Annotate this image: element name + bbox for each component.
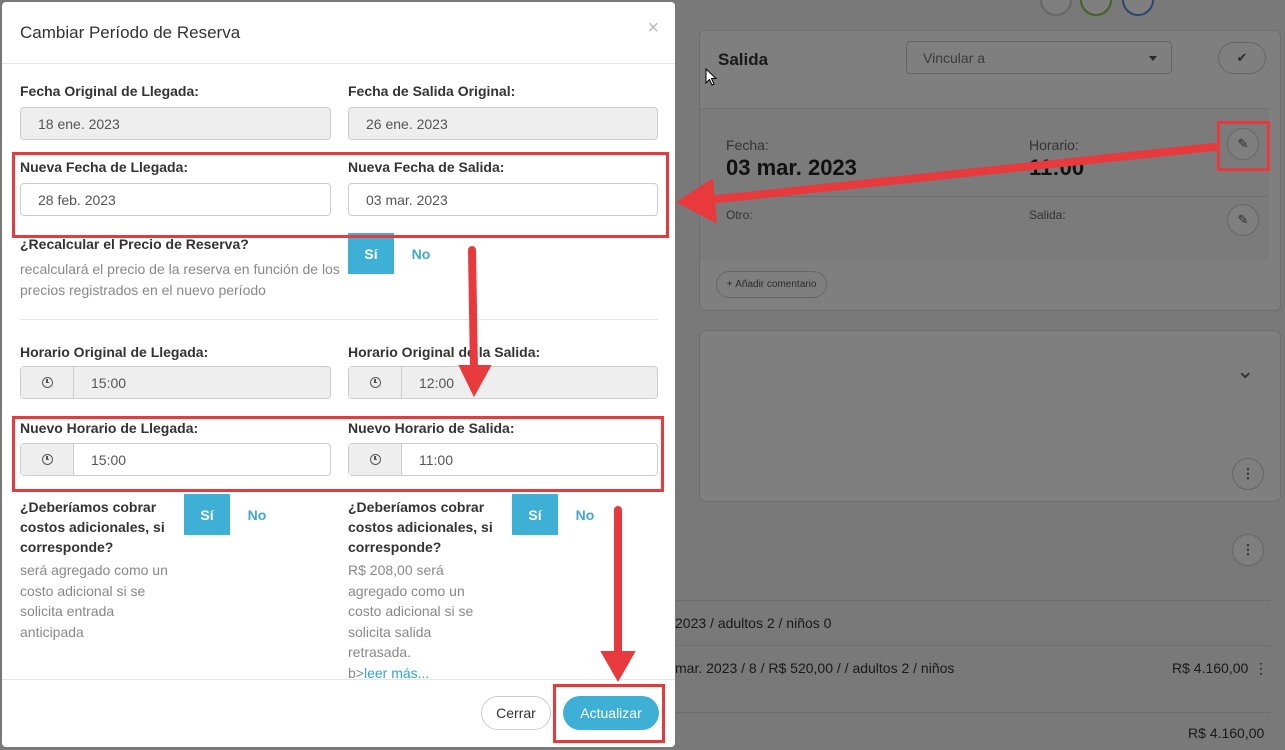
- annotation-arrow-left: [704, 143, 1218, 204]
- mouse-cursor-icon: [705, 68, 718, 86]
- arrow-head-icon: [600, 651, 636, 683]
- arrow-head-icon: [676, 178, 718, 224]
- annotation-arrow-down: [468, 246, 478, 374]
- annotation-arrows: [458, 143, 1218, 683]
- arrow-head-icon: [458, 365, 492, 398]
